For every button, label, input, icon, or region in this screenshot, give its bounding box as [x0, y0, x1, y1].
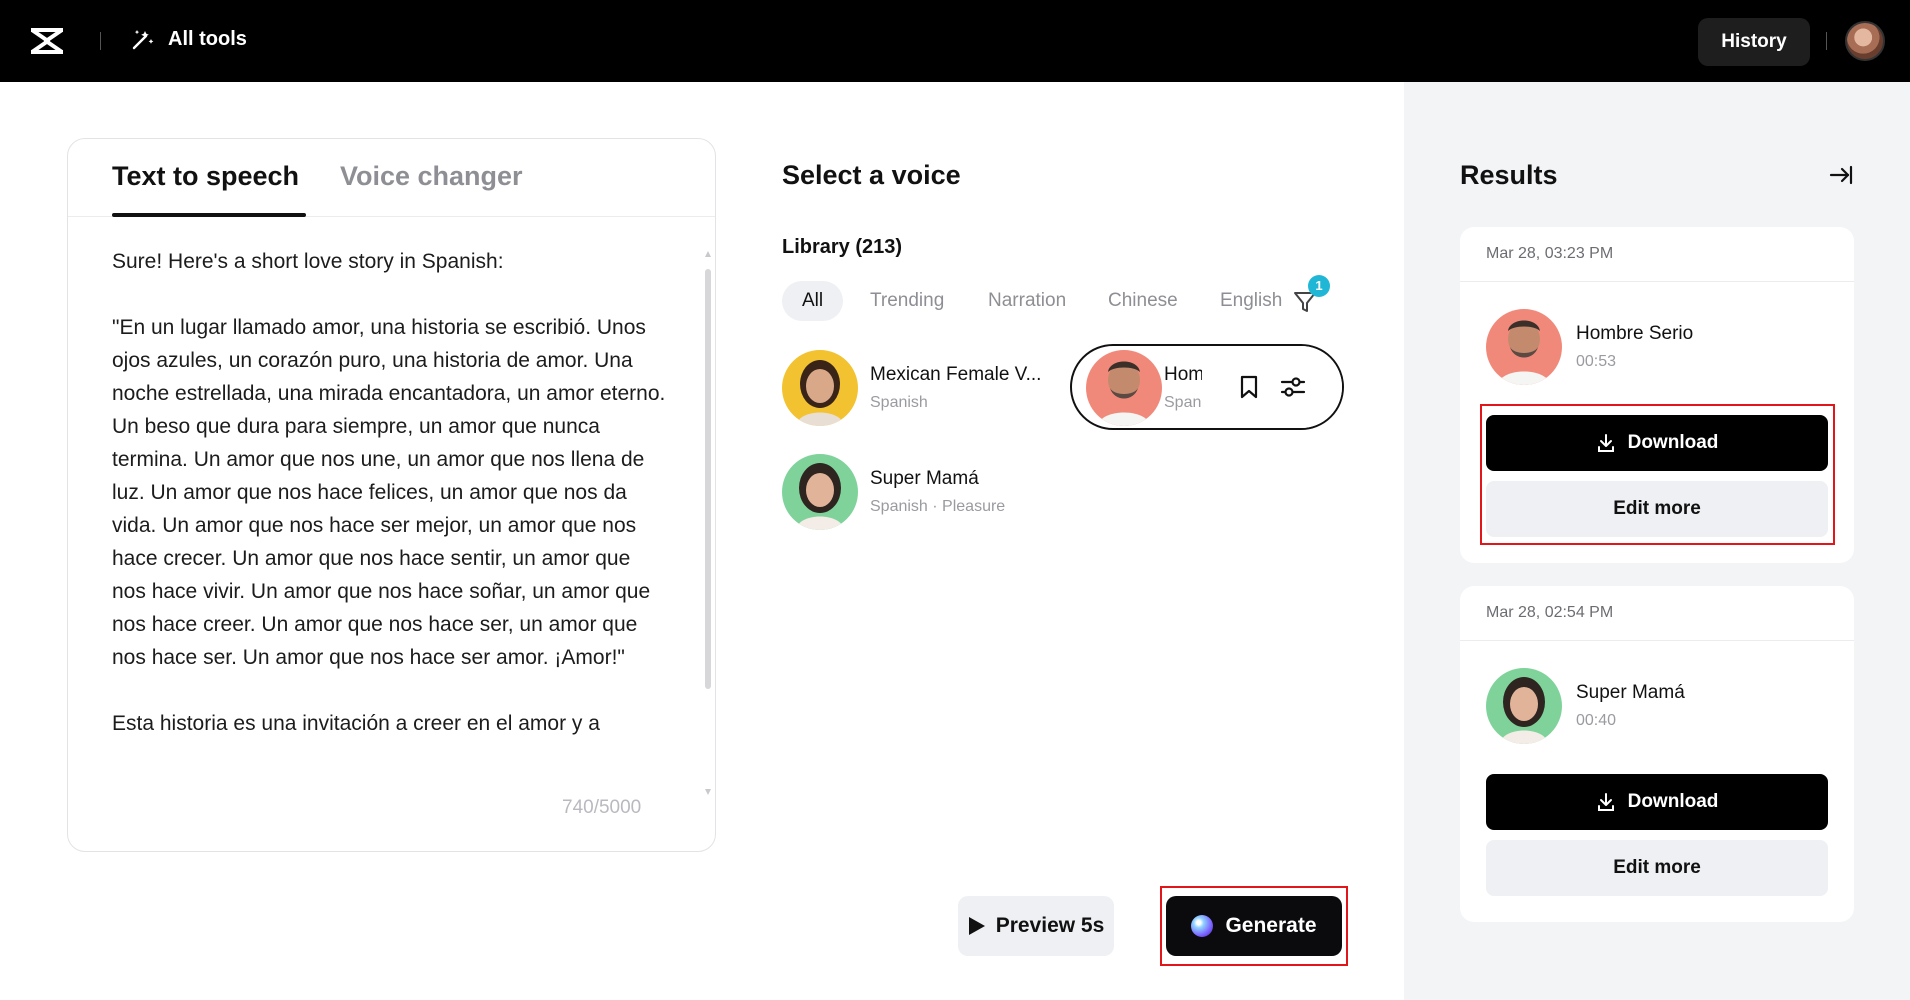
results-panel: Results Mar 28, 03:23 PM Hombre Serio 00… — [1404, 82, 1910, 1000]
filter-chip-all[interactable]: All — [782, 281, 844, 321]
mode-tabs: Text to speech Voice changer — [68, 139, 715, 217]
filter-chip-english[interactable]: English — [1220, 281, 1282, 321]
generate-orb-icon — [1191, 915, 1214, 937]
voice-filter-row: All Trending Narration Chinese English 1 — [782, 275, 1330, 321]
results-title: Results — [1460, 160, 1558, 190]
scrollbar-thumb[interactable] — [705, 269, 711, 689]
voice-name: Mexican Female V... — [870, 364, 1042, 385]
result-avatar — [1486, 309, 1562, 385]
script-paragraph: "En un lugar llamado amor, una historia … — [112, 316, 666, 669]
preview-label: Preview 5s — [995, 914, 1105, 937]
topbar-divider — [100, 32, 101, 50]
voice-item-super-mama[interactable]: Super Mamá Spanish · Pleasure — [782, 454, 1052, 534]
filter-chip-trending[interactable]: Trending — [870, 281, 944, 321]
card-divider — [1460, 640, 1854, 641]
play-icon — [968, 917, 985, 935]
voice-language: Spanish — [870, 394, 928, 411]
library-label: Library (213) — [782, 236, 903, 258]
tab-voice-changer[interactable]: Voice changer — [340, 161, 523, 192]
result-card: Mar 28, 02:54 PM Super Mamá 00:40 Downlo… — [1460, 586, 1854, 922]
voice-actions — [1220, 346, 1342, 428]
download-icon — [1597, 434, 1614, 452]
generate-label: Generate — [1225, 914, 1317, 937]
topbar-divider — [1826, 32, 1827, 50]
result-date: Mar 28, 02:54 PM — [1486, 604, 1614, 621]
voice-name: Hombre Serio — [1164, 364, 1202, 385]
card-divider — [1460, 281, 1854, 282]
top-bar: All tools History — [0, 0, 1910, 82]
filter-count-badge: 1 — [1308, 275, 1330, 297]
filter-chip-chinese[interactable]: Chinese — [1108, 281, 1178, 321]
text-editor-panel: Text to speech Voice changer Sure! Here'… — [67, 138, 716, 852]
generate-button[interactable]: Generate — [1166, 896, 1342, 956]
result-duration: 00:53 — [1576, 353, 1617, 370]
magic-wand-icon — [132, 30, 154, 50]
user-avatar[interactable] — [1845, 21, 1885, 61]
select-voice-title: Select a voice — [782, 160, 961, 190]
history-button[interactable]: History — [1698, 18, 1810, 66]
script-textarea[interactable]: Sure! Here's a short love story in Spani… — [112, 245, 668, 805]
preview-button[interactable]: Preview 5s — [958, 896, 1114, 956]
edit-more-button[interactable]: Edit more — [1486, 840, 1828, 896]
voice-language: Spanish — [1164, 394, 1202, 411]
capcut-logo-icon[interactable] — [28, 24, 66, 58]
download-button[interactable]: Download — [1486, 774, 1828, 830]
voice-avatar — [782, 454, 858, 530]
edit-more-button[interactable]: Edit more — [1486, 481, 1828, 537]
active-tab-indicator — [112, 213, 306, 217]
voice-item-hombre-serio[interactable]: Hombre Serio Spanish — [1070, 344, 1344, 430]
script-paragraph: Esta historia es una invitación a creer … — [112, 712, 600, 735]
voice-avatar — [782, 350, 858, 426]
filter-chip-narration[interactable]: Narration — [988, 281, 1066, 321]
voice-avatar — [1086, 350, 1162, 426]
result-card: Mar 28, 03:23 PM Hombre Serio 00:53 Down… — [1460, 227, 1854, 563]
download-label: Download — [1627, 432, 1719, 453]
collapse-panel-icon[interactable] — [1828, 162, 1854, 188]
result-duration: 00:40 — [1576, 712, 1617, 729]
all-tools-label: All tools — [168, 27, 247, 50]
result-voice-name: Hombre Serio — [1576, 323, 1694, 344]
all-tools-button[interactable]: All tools — [130, 26, 247, 52]
download-icon — [1597, 793, 1614, 811]
voice-name: Super Mamá — [870, 468, 979, 489]
bookmark-icon[interactable] — [1234, 372, 1264, 402]
result-date: Mar 28, 03:23 PM — [1486, 245, 1614, 262]
voice-item-mexican-female[interactable]: Mexican Female V... Spanish — [782, 350, 1052, 430]
result-avatar — [1486, 668, 1562, 744]
character-counter: 740/5000 — [562, 797, 642, 818]
download-button[interactable]: Download — [1486, 415, 1828, 471]
voice-language: Spanish · Pleasure — [870, 498, 1006, 515]
result-voice-name: Super Mamá — [1576, 682, 1685, 703]
download-label: Download — [1627, 791, 1719, 812]
script-paragraph: Sure! Here's a short love story in Spani… — [112, 250, 504, 273]
tab-text-to-speech[interactable]: Text to speech — [112, 161, 299, 192]
adjust-settings-icon[interactable] — [1278, 372, 1308, 402]
